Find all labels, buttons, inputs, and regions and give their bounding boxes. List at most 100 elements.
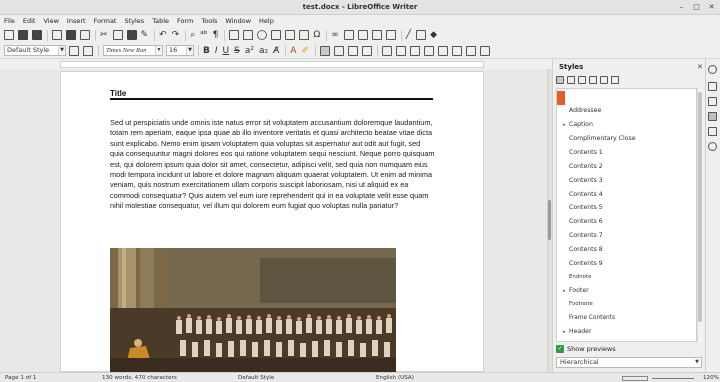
frame-styles-icon[interactable]	[578, 76, 586, 84]
expand-icon[interactable]: ▸	[563, 122, 566, 128]
font-size-select[interactable]: 16 ▼	[166, 45, 194, 56]
page-count[interactable]: Page 1 of 1	[5, 375, 36, 381]
view-layout-icon[interactable]	[622, 376, 648, 381]
menu-insert[interactable]: Insert	[67, 17, 86, 25]
language-status[interactable]: English (USA)	[376, 375, 414, 381]
character-styles-icon[interactable]	[567, 76, 575, 84]
style-item[interactable]: Header	[569, 328, 592, 335]
align-right-icon[interactable]	[347, 45, 358, 56]
style-item[interactable]: Complimentary Close	[569, 135, 636, 142]
insert-chart-icon[interactable]	[257, 30, 268, 40]
outline-icon[interactable]	[409, 45, 420, 56]
list-styles-icon[interactable]	[600, 76, 608, 84]
insert-textbox-icon[interactable]	[271, 30, 282, 40]
page-style-status[interactable]: Default Style	[238, 375, 274, 381]
style-item[interactable]: Contents 9	[569, 260, 603, 267]
word-count[interactable]: 130 words, 470 characters	[102, 375, 177, 381]
maximize-icon[interactable]: □	[692, 3, 701, 12]
paste-icon[interactable]	[126, 30, 137, 40]
style-item[interactable]: Footnote	[569, 301, 593, 307]
insert-image-icon[interactable]	[243, 30, 254, 40]
style-item[interactable]: Contents 8	[569, 246, 603, 253]
style-item[interactable]: Footer	[569, 287, 589, 294]
close-icon[interactable]: ✕	[707, 3, 716, 12]
style-item[interactable]: Contents 2	[569, 163, 603, 170]
scrollbar-thumb[interactable]	[698, 92, 702, 322]
new-document-icon[interactable]	[4, 30, 14, 40]
draw-functions-icon[interactable]: ◆	[430, 30, 437, 40]
paragraph-style-select[interactable]: Default Style ▼	[4, 45, 66, 56]
horizontal-ruler[interactable]	[60, 61, 484, 68]
style-item[interactable]: Contents 3	[569, 177, 603, 184]
properties-icon[interactable]	[708, 82, 717, 91]
align-left-icon[interactable]	[319, 45, 330, 56]
copy-icon[interactable]	[112, 30, 123, 40]
zoom-level[interactable]: 120%	[703, 375, 719, 381]
clear-formatting-icon[interactable]: A̸	[273, 46, 279, 56]
navigator-icon[interactable]	[708, 142, 717, 151]
style-filter-select[interactable]: Hierarchical ▼	[556, 357, 702, 368]
font-name-select[interactable]: Times New Ron ▼	[103, 45, 163, 56]
track-changes-icon[interactable]	[371, 30, 382, 40]
sidebar-settings-icon[interactable]	[708, 65, 717, 74]
menu-view[interactable]: View	[43, 17, 58, 25]
cut-icon[interactable]: ✂	[100, 30, 108, 40]
comment-icon[interactable]	[357, 30, 368, 40]
page-icon[interactable]	[708, 97, 717, 106]
save-icon[interactable]	[32, 30, 42, 40]
font-color-icon[interactable]: A	[290, 46, 296, 56]
strikethrough-icon[interactable]: S	[234, 46, 240, 56]
style-item[interactable]: Contents 6	[569, 218, 603, 225]
header-footer-icon[interactable]	[385, 30, 396, 40]
align-center-icon[interactable]	[333, 45, 344, 56]
insert-table-icon[interactable]	[229, 30, 240, 40]
formatting-marks-icon[interactable]: ¶	[213, 30, 219, 40]
line-spacing-icon[interactable]	[451, 45, 462, 56]
style-item[interactable]: Frame Contents	[569, 315, 615, 321]
page-styles-icon[interactable]	[589, 76, 597, 84]
line-icon[interactable]: ╱	[406, 30, 411, 40]
export-pdf-icon[interactable]	[52, 30, 62, 40]
style-item[interactable]: Addressee	[569, 107, 601, 114]
scrollbar-thumb[interactable]	[548, 200, 551, 240]
page-break-icon[interactable]	[285, 30, 296, 40]
document-title[interactable]: Title	[110, 89, 126, 98]
print-preview-icon[interactable]	[80, 30, 90, 40]
style-item[interactable]: Contents 7	[569, 232, 603, 239]
special-character-icon[interactable]: Ω	[313, 30, 320, 40]
menu-file[interactable]: File	[4, 17, 15, 25]
style-item[interactable]: Contents 4	[569, 191, 603, 198]
paragraph-styles-icon[interactable]	[556, 76, 564, 84]
bold-icon[interactable]: B	[203, 46, 210, 56]
bullets-icon[interactable]	[381, 45, 392, 56]
clone-formatting-icon[interactable]: ✎	[141, 30, 149, 40]
document-image[interactable]	[110, 248, 396, 373]
close-icon[interactable]: ✕	[697, 63, 703, 71]
expand-icon[interactable]: ▸	[563, 329, 566, 335]
find-replace-icon[interactable]: ⌕	[190, 30, 195, 40]
minimize-icon[interactable]: –	[677, 3, 686, 12]
menu-window[interactable]: Window	[225, 17, 251, 25]
menu-help[interactable]: Help	[259, 17, 274, 25]
italic-icon[interactable]: I	[215, 46, 218, 56]
highlight-color-icon[interactable]: ✐	[301, 46, 309, 56]
menu-format[interactable]: Format	[94, 17, 117, 25]
menu-table[interactable]: Table	[152, 17, 169, 25]
increase-indent-icon[interactable]	[437, 45, 448, 56]
insert-field-icon[interactable]	[299, 30, 310, 40]
menu-tools[interactable]: Tools	[201, 17, 217, 25]
numbering-icon[interactable]	[395, 45, 406, 56]
menu-edit[interactable]: Edit	[23, 17, 36, 25]
open-icon[interactable]	[18, 30, 28, 40]
spelling-icon[interactable]: ᵃᵇ	[200, 30, 207, 40]
footnote-icon[interactable]	[343, 30, 354, 40]
style-item[interactable]: Endnote	[569, 274, 591, 280]
superscript-icon[interactable]: a²	[245, 46, 254, 56]
subscript-icon[interactable]: a₂	[259, 46, 268, 56]
menu-styles[interactable]: Styles	[124, 17, 144, 25]
underline-icon[interactable]: U	[223, 46, 230, 56]
styles-deck-icon[interactable]	[708, 112, 717, 121]
expand-icon[interactable]: ▸	[563, 288, 566, 294]
document-body-paragraph[interactable]: Sed ut perspiciatis unde omnis iste natu…	[110, 118, 436, 212]
paragraph-spacing-icon[interactable]	[465, 45, 476, 56]
